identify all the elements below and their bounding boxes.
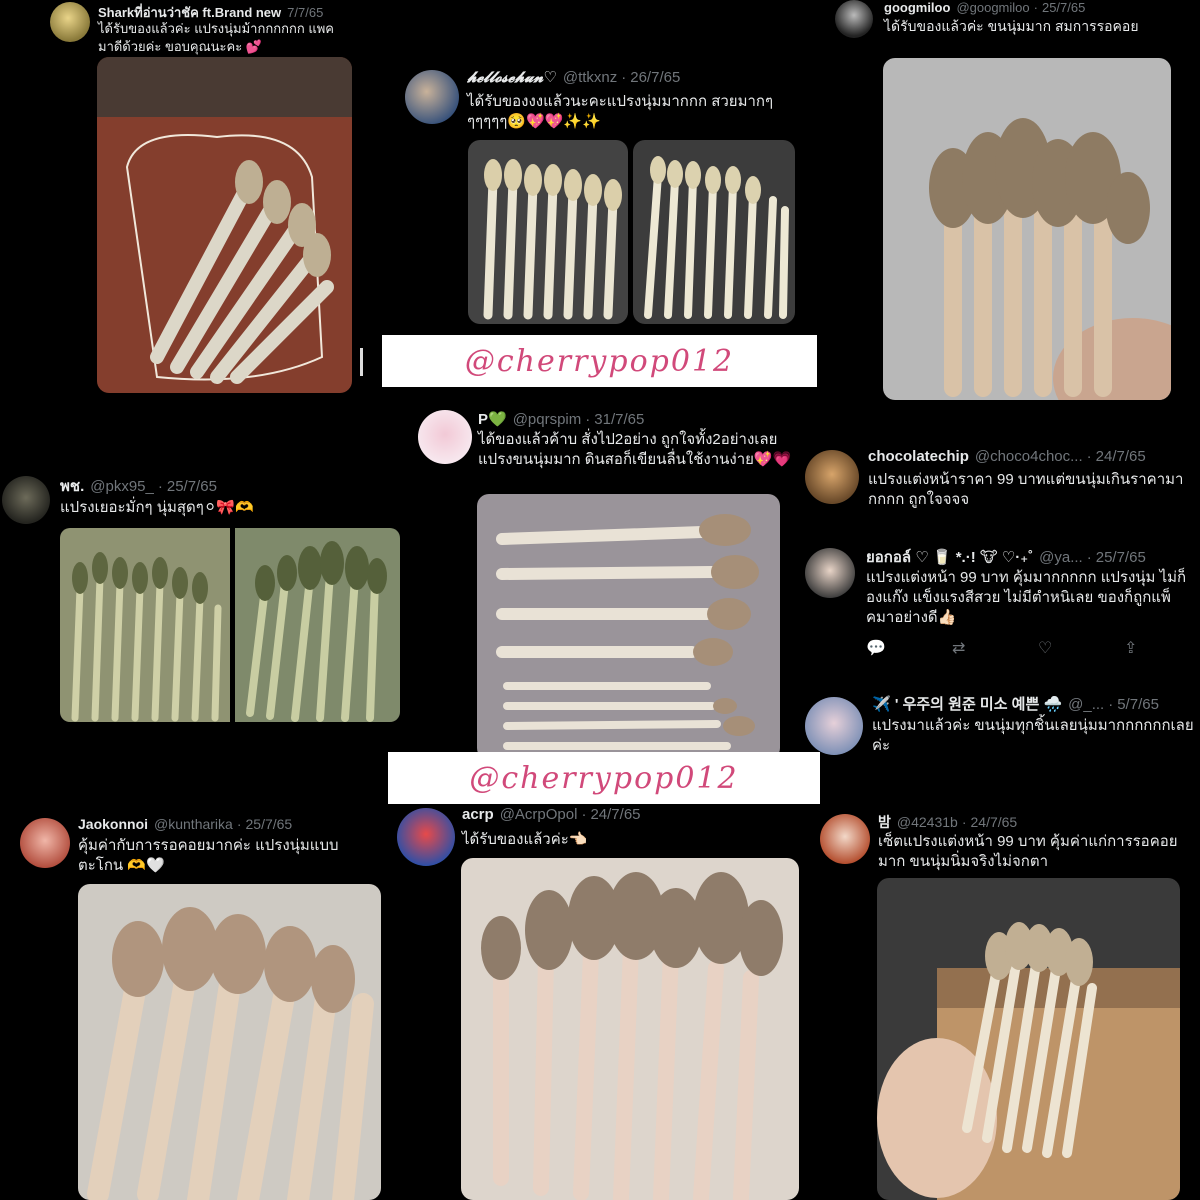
avatar[interactable] — [20, 818, 70, 868]
tweet-photo-right[interactable] — [633, 140, 795, 324]
avatar[interactable] — [405, 70, 459, 124]
avatar[interactable] — [2, 476, 50, 524]
tweet-text: แปรงเยอะมั่กๆ นุ่มสุดๆ⚪🎀🫶 — [60, 499, 254, 516]
tweet-text: ได้รับของแล้วค่ะ ขนนุ่มมาก สมการรอคอย — [884, 18, 1139, 34]
handle[interactable]: @_... — [1068, 696, 1104, 713]
tweet-photo[interactable] — [461, 858, 799, 1200]
handle[interactable]: @42431b — [897, 814, 958, 830]
tweet-photo-right[interactable] — [235, 528, 400, 722]
tweet-date[interactable]: 26/7/65 — [630, 69, 680, 86]
tweet-text: แปรงมาแล้วค่ะ ขนนุ่มทุกชิ้นเลยนุ่มมากกกก… — [872, 717, 1194, 754]
avatar[interactable] — [805, 548, 855, 598]
watermark-banner: @cherrypop012 — [388, 752, 820, 804]
handle[interactable]: @ya... — [1039, 549, 1083, 566]
handle[interactable]: @ttkxnz — [563, 69, 617, 86]
tweet-photo[interactable] — [97, 57, 352, 393]
tweet-text: แปรงแต่งหน้า 99 บาท คุ้มมากกกกก แปรงนุ่ม… — [866, 569, 1187, 626]
display-name[interactable]: ✈️ ' 우주의 원준 미소 예쁜 🌧️ — [872, 696, 1062, 713]
tweet-text: ได้รับของแล้วค่ะ👈🏻 — [462, 831, 588, 848]
tweet-date[interactable]: 31/7/65 — [594, 411, 644, 428]
avatar[interactable] — [805, 697, 863, 755]
tweet-photo[interactable] — [883, 58, 1171, 400]
display-name[interactable]: Sharkที่อ่านว่าชัค ft.Brand new — [98, 5, 281, 20]
tweet-date[interactable]: 24/7/65 — [1096, 448, 1146, 465]
tweet-date[interactable]: 7/7/65 — [287, 5, 323, 20]
watermark-banner: @cherrypop012 — [382, 335, 817, 387]
tweet-date[interactable]: 24/7/65 — [971, 814, 1018, 830]
tweet-photo[interactable] — [877, 878, 1180, 1200]
display-name[interactable]: googmiloo — [884, 0, 950, 15]
handle[interactable]: @choco4choc... — [975, 448, 1083, 465]
tweet-text: แปรงแต่งหน้าราคา 99 บาทแต่ขนนุ่มเกินราคา… — [868, 471, 1184, 508]
share-icon[interactable]: ⇪ — [1124, 638, 1200, 658]
reply-icon[interactable]: 💬 — [866, 638, 952, 658]
display-name[interactable]: พช. — [60, 478, 84, 495]
display-name[interactable]: Jaokonnoi — [78, 816, 148, 832]
avatar[interactable] — [805, 450, 859, 504]
tweet-photo-left[interactable] — [60, 528, 230, 722]
tweet-photo[interactable] — [477, 494, 780, 760]
tweet-date[interactable]: 5/7/65 — [1117, 696, 1159, 713]
tweet-date[interactable]: 25/7/65 — [1042, 0, 1085, 15]
tweet-date[interactable]: 24/7/65 — [590, 806, 640, 823]
handle[interactable]: @pkx95_ — [90, 478, 154, 495]
display-name[interactable]: 𝓱𝓮𝓵𝓵𝓸𝓼𝓮𝓱𝓾𝓷♡ — [467, 68, 557, 86]
handle[interactable]: @googmiloo — [956, 0, 1029, 15]
like-icon[interactable]: ♡ — [1038, 638, 1124, 658]
divider — [360, 348, 363, 376]
handle[interactable]: @pqrspim — [513, 411, 582, 428]
avatar[interactable] — [397, 808, 455, 866]
tweet-date[interactable]: 25/7/65 — [167, 478, 217, 495]
handle[interactable]: @kuntharika — [154, 816, 233, 832]
tweet-actions: 💬 ⇄ ♡ ⇪ — [866, 638, 1200, 658]
tweet-text: คุ้มค่ากับการรอคอยมากค่ะ แปรงนุ่มแบบตะโก… — [78, 837, 339, 874]
display-name[interactable]: acrp — [462, 806, 494, 823]
avatar[interactable] — [835, 0, 873, 38]
tweet-photo[interactable] — [78, 884, 381, 1200]
tweet-text: เซ็ตแปรงแต่งหน้า 99 บาท คุ้มค่าแก่การรอค… — [878, 833, 1178, 870]
retweet-icon[interactable]: ⇄ — [952, 638, 1038, 658]
avatar[interactable] — [820, 814, 870, 864]
display-name[interactable]: P💚 — [478, 411, 507, 428]
tweet-date[interactable]: 25/7/65 — [246, 816, 293, 832]
avatar[interactable] — [50, 2, 90, 42]
display-name[interactable]: 밤 — [878, 814, 891, 830]
tweet-text: ได้รับของแล้วค่ะ แปรงนุ่มม้ากกกกกก แพคมา… — [98, 21, 334, 54]
handle[interactable]: @AcrpOpol — [500, 806, 578, 823]
tweet-text: ได้ของแล้วค้าบ สั่งไป2อย่าง ถูกใจทั้ง2อย… — [478, 431, 792, 468]
tweet-text: ได้รับของงงแล้วนะคะแปรงนุ่มมากกก สวยมากๆ… — [467, 93, 774, 130]
tweet-photo-left[interactable] — [468, 140, 628, 324]
display-name[interactable]: chocolatechip — [868, 448, 969, 465]
tweet-date[interactable]: 25/7/65 — [1096, 549, 1146, 566]
display-name[interactable]: ยอกอล์ ♡ 🥛 *.·! 🐮 ♡·₊˚ — [866, 549, 1033, 566]
avatar[interactable] — [418, 410, 472, 464]
